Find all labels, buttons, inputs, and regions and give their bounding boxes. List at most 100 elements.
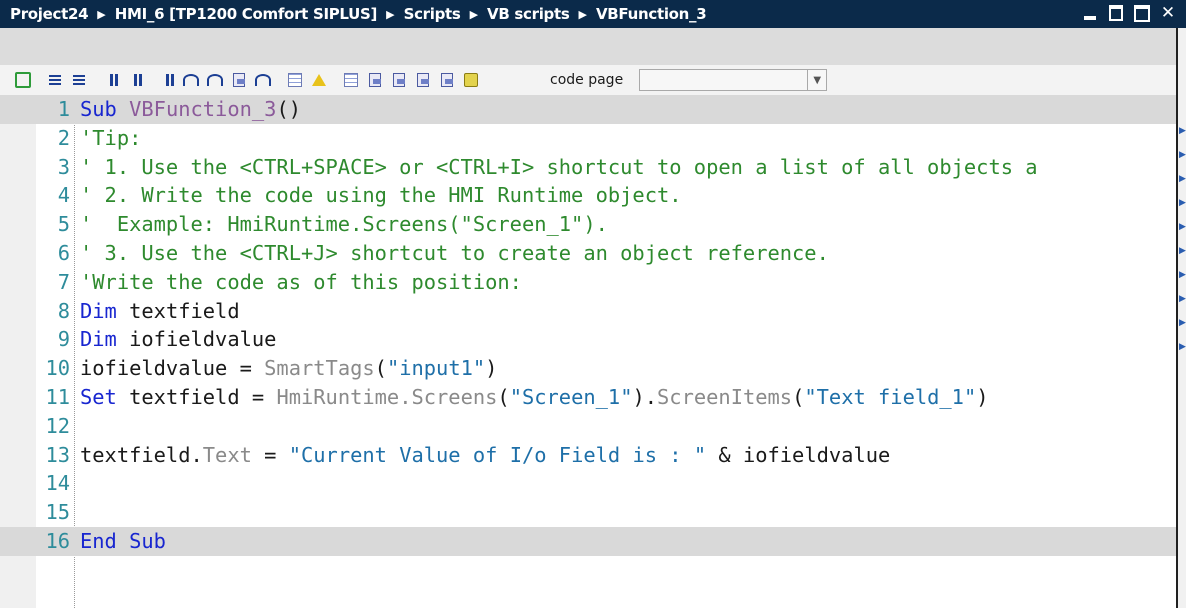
goto-icon[interactable] <box>254 71 272 89</box>
breadcrumb-arrow-icon: ▶ <box>97 8 105 21</box>
indent-icon[interactable] <box>46 71 64 89</box>
code-token: ' 2. Write the code using the HMI Runtim… <box>80 183 682 207</box>
code-line[interactable]: 8Dim textfield <box>0 297 1176 326</box>
compile-icon[interactable] <box>14 71 32 89</box>
collapsed-panel-arrow-icon[interactable]: ▶ <box>1179 293 1185 301</box>
code-text[interactable]: iofieldvalue = SmartTags("input1") <box>80 354 497 383</box>
code-token: ( <box>792 385 804 409</box>
line-number: 16 <box>36 527 70 556</box>
code-token: Sub <box>80 97 117 121</box>
code-page-label: code page <box>550 72 623 88</box>
code-line[interactable]: 13textfield.Text = "Current Value of I/o… <box>0 441 1176 470</box>
code-text[interactable]: Dim iofieldvalue <box>80 325 276 354</box>
highlight-icon[interactable] <box>310 71 328 89</box>
line-number: 12 <box>36 412 70 441</box>
collapsed-panel-arrow-icon[interactable]: ▶ <box>1179 269 1185 277</box>
code-token: iofieldvalue <box>117 327 277 351</box>
insert-item-icon[interactable] <box>390 71 408 89</box>
code-line[interactable]: 15 <box>0 498 1176 527</box>
outdent-icon[interactable] <box>70 71 88 89</box>
code-line[interactable]: 1Sub VBFunction_3() <box>0 95 1176 124</box>
title-bar: Project24 ▶ HMI_6 [TP1200 Comfort SIPLUS… <box>0 0 1186 28</box>
code-line[interactable]: 4' 2. Write the code using the HMI Runti… <box>0 181 1176 210</box>
code-token: ) <box>485 356 497 380</box>
collapsed-panel-arrow-icon[interactable]: ▶ <box>1179 149 1185 157</box>
toolbar-buttons <box>0 71 494 89</box>
collapsed-panel-arrow-icon[interactable]: ▶ <box>1179 341 1185 349</box>
header-band <box>0 28 1176 66</box>
breadcrumb-arrow-icon: ▶ <box>386 8 394 21</box>
code-token: ( <box>497 385 509 409</box>
maximize-icon[interactable] <box>1132 2 1152 24</box>
code-token: ( <box>375 356 387 380</box>
code-token: = <box>252 443 289 467</box>
breadcrumb-device[interactable]: HMI_6 [TP1200 Comfort SIPLUS] <box>115 5 377 23</box>
collapsed-panel-arrow-icon[interactable]: ▶ <box>1179 125 1185 133</box>
insert-list-icon[interactable] <box>366 71 384 89</box>
collapsed-panel-arrow-icon[interactable]: ▶ <box>1179 245 1185 253</box>
code-token: HmiRuntime.Screens <box>276 385 497 409</box>
code-line[interactable]: 11Set textfield = HmiRuntime.Screens("Sc… <box>0 383 1176 412</box>
line-number: 9 <box>36 325 70 354</box>
code-token: ' 3. Use the <CTRL+J> shortcut to create… <box>80 241 829 265</box>
code-text[interactable]: ' 3. Use the <CTRL+J> shortcut to create… <box>80 239 829 268</box>
clear-bookmarks-icon[interactable] <box>230 71 248 89</box>
code-lines: 1Sub VBFunction_3()2 'Tip: 3' 1. Use the <… <box>0 95 1176 556</box>
code-token: ) <box>976 385 988 409</box>
breadcrumb-scripts[interactable]: Scripts <box>404 5 461 23</box>
code-token: "Text field_1" <box>804 385 976 409</box>
code-line[interactable]: 12 <box>0 412 1176 441</box>
code-text[interactable]: 'Tip: <box>80 124 141 153</box>
code-text[interactable]: Dim textfield <box>80 297 240 326</box>
code-text[interactable]: Set textfield = HmiRuntime.Screens("Scre… <box>80 383 989 412</box>
code-line[interactable]: 5' Example: HmiRuntime.Screens("Screen_1… <box>0 210 1176 239</box>
code-text[interactable]: 'Write the code as of this position: <box>80 268 522 297</box>
minimize-icon[interactable] <box>1080 2 1100 24</box>
line-number: 2 <box>36 124 70 153</box>
code-line[interactable]: 14 <box>0 469 1176 498</box>
comment-icon[interactable] <box>102 71 120 89</box>
insert-template-icon[interactable] <box>342 71 360 89</box>
prev-bookmark-icon[interactable] <box>182 71 200 89</box>
object-list-icon[interactable] <box>286 71 304 89</box>
close-icon[interactable]: ✕ <box>1158 2 1178 24</box>
code-text[interactable]: ' Example: HmiRuntime.Screens("Screen_1"… <box>80 210 608 239</box>
code-editor[interactable]: 1Sub VBFunction_3()2 'Tip: 3' 1. Use the <… <box>0 95 1176 608</box>
code-page-group: code page ▼ <box>550 69 827 91</box>
breadcrumb-project[interactable]: Project24 <box>10 5 88 23</box>
code-token: () <box>276 97 301 121</box>
code-text[interactable]: End Sub <box>80 527 166 556</box>
chevron-down-icon[interactable]: ▼ <box>807 70 826 90</box>
restore-icon[interactable] <box>1106 2 1126 24</box>
code-token: VBFunction_3 <box>129 97 276 121</box>
code-line[interactable]: 16 End Sub <box>0 527 1176 556</box>
code-line[interactable]: 3' 1. Use the <CTRL+SPACE> or <CTRL+I> s… <box>0 153 1176 182</box>
code-token: 'Write the code as of this position: <box>80 270 522 294</box>
code-line[interactable]: 6' 3. Use the <CTRL+J> shortcut to creat… <box>0 239 1176 268</box>
sync-icon[interactable] <box>462 71 480 89</box>
next-bookmark-icon[interactable] <box>206 71 224 89</box>
code-text[interactable]: ' 1. Use the <CTRL+SPACE> or <CTRL+I> sh… <box>80 153 1038 182</box>
code-text[interactable]: Sub VBFunction_3() <box>80 95 301 124</box>
code-token: 'Tip: <box>80 126 141 150</box>
uncomment-icon[interactable] <box>126 71 144 89</box>
window-controls: ✕ <box>1080 2 1178 24</box>
code-page-select[interactable]: ▼ <box>639 69 827 91</box>
breadcrumb-vb-scripts[interactable]: VB scripts <box>487 5 569 23</box>
code-token <box>117 97 129 121</box>
bookmark-icon[interactable] <box>158 71 176 89</box>
collapsed-panel-arrow-icon[interactable]: ▶ <box>1179 317 1185 325</box>
insert-ref-icon[interactable] <box>414 71 432 89</box>
code-line[interactable]: 9 Dim iofieldvalue <box>0 325 1176 354</box>
collapsed-panel-arrow-icon[interactable]: ▶ <box>1179 221 1185 229</box>
collapsed-panel-arrow-icon[interactable]: ▶ <box>1179 173 1185 181</box>
collapsed-panel-arrow-icon[interactable]: ▶ <box>1179 197 1185 205</box>
code-line[interactable]: 10iofieldvalue = SmartTags("input1") <box>0 354 1176 383</box>
code-text[interactable]: textfield.Text = "Current Value of I/o F… <box>80 441 890 470</box>
code-line[interactable]: 2 'Tip: <box>0 124 1176 153</box>
code-line[interactable]: 7'Write the code as of this position: <box>0 268 1176 297</box>
breadcrumb-function[interactable]: VBFunction_3 <box>596 5 706 23</box>
line-number: 15 <box>36 498 70 527</box>
insert-block-icon[interactable] <box>438 71 456 89</box>
code-text[interactable]: ' 2. Write the code using the HMI Runtim… <box>80 181 682 210</box>
